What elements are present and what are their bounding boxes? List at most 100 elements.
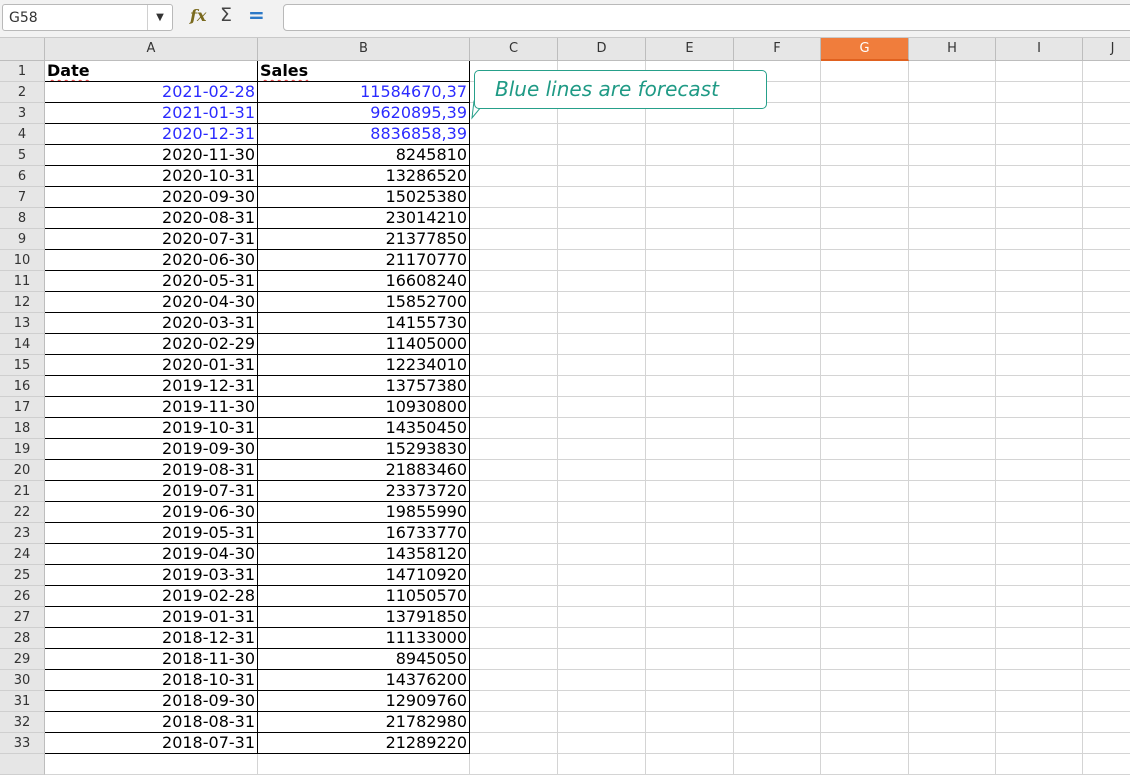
empty-cell[interactable] xyxy=(734,565,821,586)
empty-cell[interactable] xyxy=(821,271,909,292)
empty-cell[interactable] xyxy=(1083,649,1130,670)
empty-cell[interactable] xyxy=(821,124,909,145)
empty-cell[interactable] xyxy=(996,754,1083,775)
empty-cell[interactable] xyxy=(470,502,558,523)
empty-cell[interactable] xyxy=(734,313,821,334)
empty-cell[interactable] xyxy=(470,586,558,607)
empty-cell[interactable] xyxy=(646,733,734,754)
empty-cell[interactable] xyxy=(909,733,996,754)
empty-cell[interactable] xyxy=(470,649,558,670)
empty-cell[interactable] xyxy=(1083,103,1130,124)
sales-cell[interactable]: 9620895,39 xyxy=(258,103,470,124)
empty-cell[interactable] xyxy=(821,481,909,502)
date-cell[interactable]: 2020-01-31 xyxy=(45,355,258,376)
row-header[interactable] xyxy=(0,754,45,775)
empty-cell[interactable] xyxy=(734,166,821,187)
date-cell[interactable]: 2018-11-30 xyxy=(45,649,258,670)
empty-cell[interactable] xyxy=(734,649,821,670)
empty-cell[interactable] xyxy=(1083,481,1130,502)
empty-cell[interactable] xyxy=(909,82,996,103)
sales-cell[interactable]: 11133000 xyxy=(258,628,470,649)
empty-cell[interactable] xyxy=(1083,544,1130,565)
empty-cell[interactable] xyxy=(734,733,821,754)
empty-cell[interactable] xyxy=(558,397,646,418)
empty-cell[interactable] xyxy=(646,481,734,502)
empty-cell[interactable] xyxy=(734,376,821,397)
empty-cell[interactable] xyxy=(558,124,646,145)
column-header-d[interactable]: D xyxy=(558,38,646,61)
empty-cell[interactable] xyxy=(470,418,558,439)
empty-cell[interactable] xyxy=(646,229,734,250)
row-header[interactable]: 24 xyxy=(0,544,45,565)
empty-cell[interactable] xyxy=(909,313,996,334)
empty-cell[interactable] xyxy=(1083,334,1130,355)
empty-cell[interactable] xyxy=(470,313,558,334)
row-header[interactable]: 8 xyxy=(0,208,45,229)
empty-cell[interactable] xyxy=(558,607,646,628)
empty-cell[interactable] xyxy=(734,481,821,502)
empty-cell[interactable] xyxy=(470,145,558,166)
empty-cell[interactable] xyxy=(821,397,909,418)
empty-cell[interactable] xyxy=(646,691,734,712)
empty-cell[interactable] xyxy=(909,355,996,376)
empty-cell[interactable] xyxy=(996,61,1083,82)
date-cell[interactable]: 2018-08-31 xyxy=(45,712,258,733)
empty-cell[interactable] xyxy=(909,502,996,523)
empty-cell[interactable] xyxy=(821,103,909,124)
empty-cell[interactable] xyxy=(821,313,909,334)
empty-cell[interactable] xyxy=(1083,61,1130,82)
date-header-cell[interactable]: Date xyxy=(45,61,258,82)
empty-cell[interactable] xyxy=(996,166,1083,187)
empty-cell[interactable] xyxy=(1083,229,1130,250)
empty-cell[interactable] xyxy=(646,355,734,376)
empty-cell[interactable] xyxy=(996,481,1083,502)
row-header[interactable]: 2 xyxy=(0,82,45,103)
empty-cell[interactable] xyxy=(821,733,909,754)
empty-cell[interactable] xyxy=(1083,607,1130,628)
empty-cell[interactable] xyxy=(646,271,734,292)
sales-cell[interactable]: 21170770 xyxy=(258,250,470,271)
empty-cell[interactable] xyxy=(646,649,734,670)
empty-cell[interactable] xyxy=(646,670,734,691)
sales-header-cell[interactable]: Sales xyxy=(258,61,470,82)
empty-cell[interactable] xyxy=(558,145,646,166)
empty-cell[interactable] xyxy=(821,61,909,82)
empty-cell[interactable] xyxy=(646,586,734,607)
empty-cell[interactable] xyxy=(258,754,470,775)
empty-cell[interactable] xyxy=(558,691,646,712)
empty-cell[interactable] xyxy=(821,355,909,376)
empty-cell[interactable] xyxy=(821,586,909,607)
date-cell[interactable]: 2020-09-30 xyxy=(45,187,258,208)
empty-cell[interactable] xyxy=(558,166,646,187)
empty-cell[interactable] xyxy=(996,670,1083,691)
empty-cell[interactable] xyxy=(909,187,996,208)
empty-cell[interactable] xyxy=(1083,313,1130,334)
empty-cell[interactable] xyxy=(734,187,821,208)
equals-icon[interactable]: = xyxy=(248,3,265,27)
empty-cell[interactable] xyxy=(1083,712,1130,733)
date-cell[interactable]: 2020-08-31 xyxy=(45,208,258,229)
empty-cell[interactable] xyxy=(558,502,646,523)
empty-cell[interactable] xyxy=(734,691,821,712)
row-header[interactable]: 12 xyxy=(0,292,45,313)
empty-cell[interactable] xyxy=(470,733,558,754)
empty-cell[interactable] xyxy=(734,124,821,145)
empty-cell[interactable] xyxy=(646,187,734,208)
empty-cell[interactable] xyxy=(996,712,1083,733)
empty-cell[interactable] xyxy=(821,292,909,313)
empty-cell[interactable] xyxy=(909,271,996,292)
empty-cell[interactable] xyxy=(1083,523,1130,544)
empty-cell[interactable] xyxy=(1083,628,1130,649)
sales-cell[interactable]: 23373720 xyxy=(258,481,470,502)
empty-cell[interactable] xyxy=(996,355,1083,376)
empty-cell[interactable] xyxy=(558,712,646,733)
empty-cell[interactable] xyxy=(909,586,996,607)
empty-cell[interactable] xyxy=(470,481,558,502)
date-cell[interactable]: 2019-09-30 xyxy=(45,439,258,460)
empty-cell[interactable] xyxy=(1083,460,1130,481)
date-cell[interactable]: 2018-07-31 xyxy=(45,733,258,754)
empty-cell[interactable] xyxy=(558,649,646,670)
empty-cell[interactable] xyxy=(558,355,646,376)
empty-cell[interactable] xyxy=(821,82,909,103)
column-header-g[interactable]: G xyxy=(821,38,909,61)
